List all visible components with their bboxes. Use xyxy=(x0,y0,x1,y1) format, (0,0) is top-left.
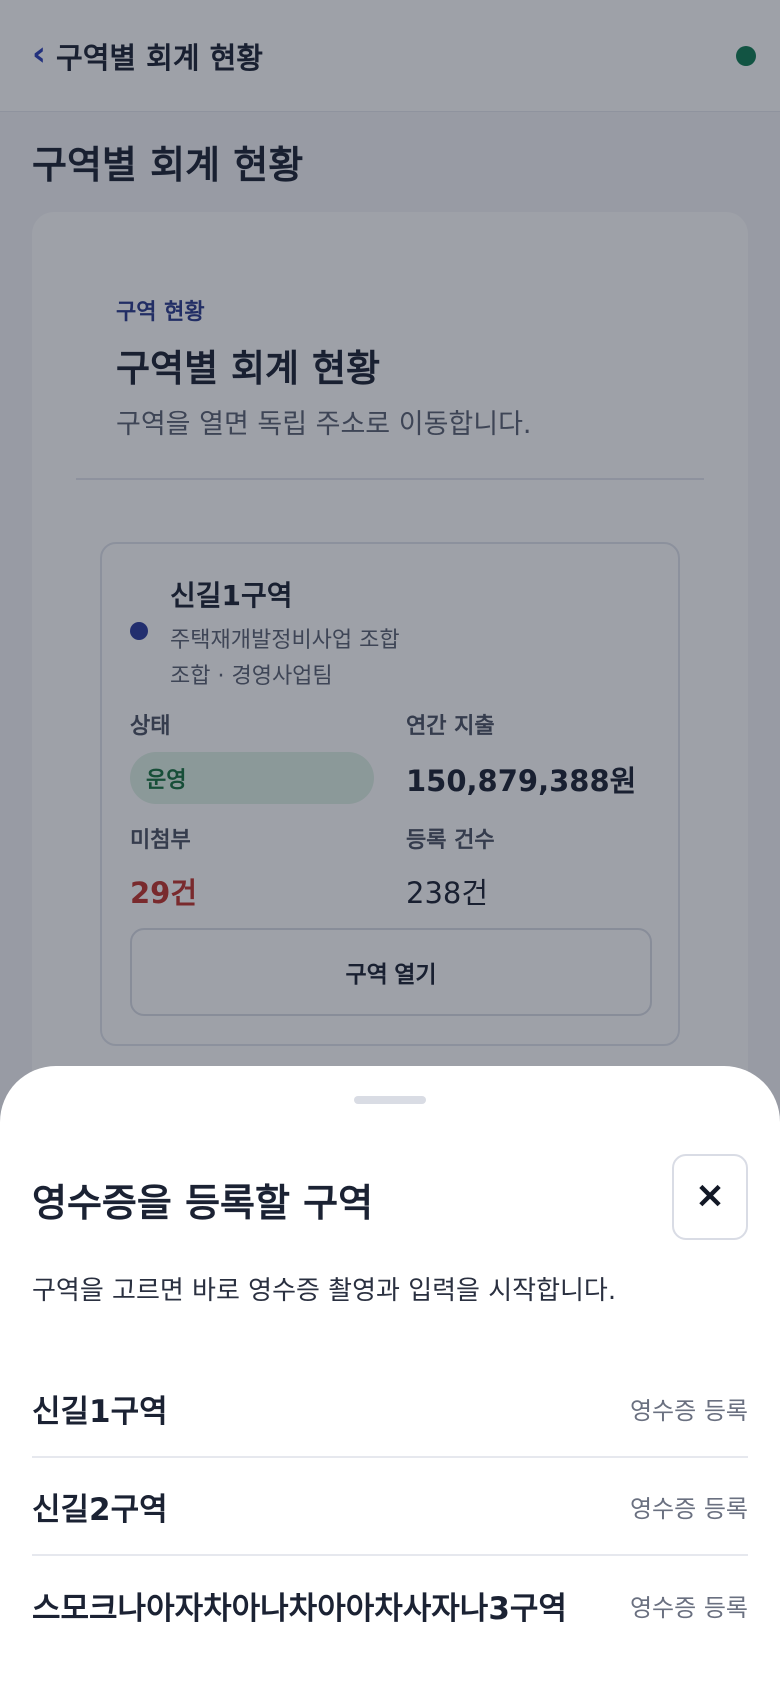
district-picker-sheet: 영수증을 등록할 구역 ✕ 구역을 고르면 바로 영수증 촬영과 입력을 시작합… xyxy=(0,1066,780,1688)
register-receipt-link[interactable]: 영수증 등록 xyxy=(630,1489,748,1524)
sheet-title: 영수증을 등록할 구역 xyxy=(32,1181,374,1225)
register-receipt-link[interactable]: 영수증 등록 xyxy=(630,1588,748,1623)
district-list: 신길1구역 영수증 등록 신길2구역 영수증 등록 스모크나아자차아나차아아차사… xyxy=(32,1360,748,1654)
district-list-item-name: 신길1구역 xyxy=(32,1393,168,1430)
district-list-item[interactable]: 신길2구역 영수증 등록 xyxy=(32,1458,748,1556)
district-list-item-name: 스모크나아자차아나차아아차사자나3구역 xyxy=(32,1590,567,1627)
district-list-item[interactable]: 신길1구역 영수증 등록 xyxy=(32,1360,748,1458)
close-button[interactable]: ✕ xyxy=(672,1154,748,1240)
sheet-description: 구역을 고르면 바로 영수증 촬영과 입력을 시작합니다. xyxy=(32,1276,617,1306)
district-list-item-name: 신길2구역 xyxy=(32,1491,168,1528)
register-receipt-link[interactable]: 영수증 등록 xyxy=(630,1391,748,1426)
sheet-drag-handle[interactable] xyxy=(354,1096,426,1104)
district-list-item[interactable]: 스모크나아자차아나차아아차사자나3구역 영수증 등록 xyxy=(32,1556,748,1654)
close-icon: ✕ xyxy=(695,1178,725,1216)
